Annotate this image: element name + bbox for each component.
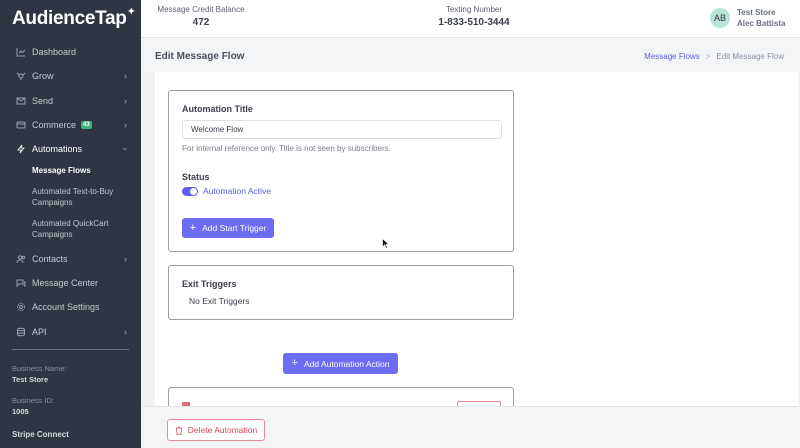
- sidebar-item-api[interactable]: API ›: [0, 319, 141, 343]
- main-content: Automation Title Welcome Flow For intern…: [155, 72, 798, 406]
- exit-triggers-card: Exit Triggers No Exit Triggers: [168, 265, 514, 320]
- commerce-count-badge: 43: [81, 121, 92, 130]
- sidebar-item-message-center[interactable]: Message Center: [0, 271, 141, 295]
- sidebar-item-label: Contacts: [32, 253, 68, 264]
- texting-number-value: 1-833-510-3444: [438, 17, 510, 28]
- top-header: Message Credit Balance 472 Texting Numbe…: [141, 0, 800, 38]
- status-toggle-row: Automation Active: [182, 186, 271, 196]
- automation-title-help: For internal reference only. Title is no…: [182, 144, 391, 153]
- breadcrumb-current: Edit Message Flow: [716, 52, 784, 61]
- credit-balance: Message Credit Balance 472: [157, 5, 245, 28]
- exit-triggers-label: Exit Triggers: [182, 279, 237, 289]
- automation-active-text: Automation Active: [203, 186, 272, 196]
- sidebar-item-label: API: [32, 326, 47, 337]
- automation-title-input[interactable]: Welcome Flow: [182, 120, 502, 139]
- contacts-icon: [16, 254, 26, 264]
- business-id: Business ID: 1005: [12, 396, 54, 416]
- sidebar-divider: [12, 349, 129, 350]
- add-automation-action-button[interactable]: + Add Automation Action: [283, 353, 398, 374]
- app-logo[interactable]: AudienceTap✦: [12, 6, 136, 30]
- texting-number-label: Texting Number: [445, 5, 503, 14]
- sidebar-item-label: Account Settings: [32, 302, 100, 313]
- automation-active-toggle[interactable]: [182, 186, 198, 196]
- sidebar-item-label: Message Center: [32, 277, 99, 288]
- avatar[interactable]: AB: [710, 8, 730, 28]
- sidebar-item-label: Commerce: [32, 120, 77, 131]
- sidebar-nav: Dashboard Grow › Send › Commerce 43 › Au…: [0, 40, 141, 344]
- page-footer: Delete Automation: [141, 406, 800, 448]
- sidebar-item-send[interactable]: Send ›: [0, 89, 141, 113]
- chart-icon: [16, 47, 26, 57]
- delete-automation-label: Delete Automation: [187, 425, 258, 435]
- sidebar-item-account-settings[interactable]: Account Settings: [0, 295, 141, 319]
- user-name: Alec Battista: [737, 19, 786, 28]
- mouse-cursor-icon: [382, 237, 390, 251]
- page-title: Edit Message Flow: [155, 51, 245, 62]
- breadcrumb: Message Flows > Edit Message Flow: [644, 52, 784, 61]
- credit-balance-value: 472: [192, 17, 210, 28]
- credit-balance-label: Message Credit Balance: [157, 5, 245, 14]
- automation-settings-card: Automation Title Welcome Flow For intern…: [168, 90, 514, 252]
- subnav-item-message-flows[interactable]: Message Flows: [32, 161, 141, 183]
- business-name: Business Name: Test Store: [12, 364, 67, 384]
- subnav-item-quickcart[interactable]: Automated QuickCart Campaigns: [32, 215, 128, 246]
- plus-icon: +: [189, 221, 197, 234]
- sidebar-item-label: Dashboard: [32, 47, 77, 58]
- sidebar-item-label: Grow: [32, 71, 54, 82]
- stripe-connect-link[interactable]: Stripe Connect: [12, 430, 69, 439]
- grow-icon: [16, 71, 26, 81]
- business-name-value: Test Store: [12, 375, 49, 384]
- sidebar-item-contacts[interactable]: Contacts ›: [0, 246, 141, 270]
- sidebar-item-label: Send: [32, 95, 54, 106]
- sidebar-item-dashboard[interactable]: Dashboard: [0, 40, 141, 64]
- status-label: Status: [182, 172, 210, 182]
- sidebar: AudienceTap✦ Dashboard Grow › Send › Com…: [0, 0, 141, 448]
- send-icon: [16, 96, 26, 106]
- commerce-icon: [16, 120, 26, 130]
- database-icon: [16, 327, 26, 337]
- sidebar-item-commerce[interactable]: Commerce 43 ›: [0, 113, 141, 137]
- delete-automation-button[interactable]: Delete Automation: [167, 419, 265, 441]
- add-start-trigger-label: Add Start Trigger: [202, 223, 267, 233]
- page-title-bar: Edit Message Flow Message Flows > Edit M…: [141, 38, 800, 72]
- no-exit-triggers-text: No Exit Triggers: [189, 296, 250, 306]
- trash-icon: [175, 426, 183, 435]
- sidebar-item-label: Automations: [32, 144, 83, 155]
- add-automation-action-label: Add Automation Action: [303, 358, 390, 369]
- breadcrumb-message-flows[interactable]: Message Flows: [644, 52, 700, 61]
- chevron-right-icon: ›: [124, 120, 127, 131]
- gear-icon: [16, 302, 26, 312]
- chevron-right-icon: ›: [124, 95, 127, 106]
- sparkle-icon: ✦: [126, 6, 136, 18]
- business-name-label: Business Name:: [12, 364, 67, 373]
- chevron-right-icon: ›: [124, 71, 127, 82]
- automation-title-label: Automation Title: [182, 104, 253, 114]
- sidebar-item-automations[interactable]: Automations ›: [0, 137, 141, 161]
- sidebar-item-grow[interactable]: Grow ›: [0, 64, 141, 88]
- subnav-item-text-to-buy[interactable]: Automated Text-to-Buy Campaigns: [32, 183, 128, 215]
- chevron-right-icon: ›: [124, 253, 127, 264]
- automations-subnav: Message Flows Automated Text-to-Buy Camp…: [0, 161, 141, 246]
- chat-icon: [16, 278, 26, 288]
- user-menu[interactable]: Test Store Alec Battista: [737, 7, 785, 29]
- plus-icon: +: [291, 357, 298, 369]
- business-id-value: 1005: [12, 407, 29, 416]
- lightning-icon: [16, 144, 26, 154]
- texting-number: Texting Number 1-833-510-3444: [425, 5, 523, 28]
- add-start-trigger-button[interactable]: + Add Start Trigger: [182, 218, 274, 238]
- chevron-down-icon: ›: [120, 147, 131, 151]
- breadcrumb-separator: >: [705, 52, 711, 61]
- store-name: Test Store: [737, 8, 776, 17]
- chevron-right-icon: ›: [124, 326, 127, 337]
- automation-action-card: [168, 387, 514, 406]
- business-id-label: Business ID:: [12, 396, 55, 405]
